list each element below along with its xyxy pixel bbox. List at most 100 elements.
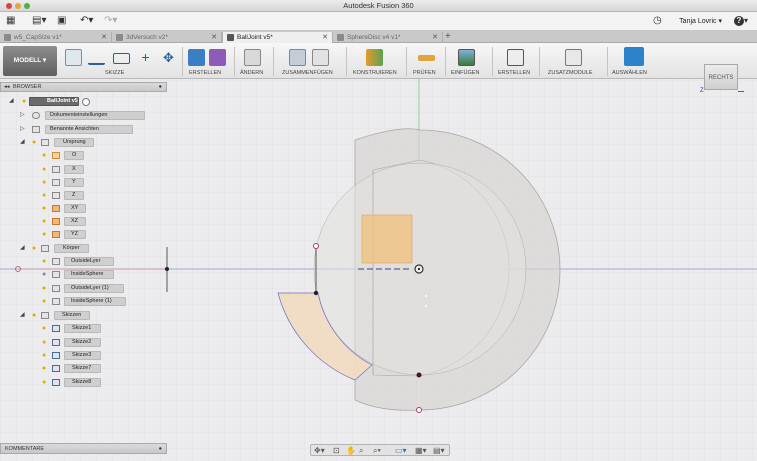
minimize-window-icon[interactable] (15, 3, 21, 9)
tree-item-skizze3[interactable]: ● Skizze3 (42, 350, 112, 361)
tree-item-plane-xz[interactable]: ● XZ (42, 216, 92, 227)
group-label-erstellen[interactable]: ERSTELLEN (189, 70, 221, 76)
press-pull-icon[interactable] (244, 49, 261, 66)
visibility-bulb-icon[interactable]: ● (42, 165, 48, 174)
sketch-dimension-icon[interactable]: ✥ (160, 49, 177, 66)
fit-icon[interactable]: ⌕▾ (373, 446, 381, 456)
offset-plane-icon[interactable] (366, 49, 383, 66)
new-tab-icon[interactable]: + (445, 31, 451, 43)
tree-item-skizze1[interactable]: ● Skizze1 (42, 323, 112, 334)
group-label-aendern[interactable]: ÄNDERN (240, 70, 263, 76)
visibility-bulb-icon[interactable]: ● (42, 217, 48, 226)
viewports-icon[interactable]: ▤▾ (433, 446, 445, 456)
visibility-bulb-icon[interactable]: ● (22, 97, 28, 106)
group-label-pruefen[interactable]: PRÜFEN (413, 70, 436, 76)
visibility-bulb-icon[interactable]: ● (42, 297, 48, 306)
file-menu-icon[interactable]: ▤▾ (32, 15, 46, 27)
collapse-arrow-icon[interactable]: ◢ (20, 137, 25, 148)
tree-item-skizzen[interactable]: ◢ ● Skizzen (20, 310, 100, 321)
group-label-zusatzmodule[interactable]: ZUSATZMODULE (548, 70, 593, 76)
tree-item-axis-z[interactable]: ● Z (42, 190, 92, 201)
collapse-arrow-icon[interactable]: ◢ (20, 243, 25, 254)
new-component-icon[interactable] (289, 49, 306, 66)
tree-item-axis-x[interactable]: ● X (42, 164, 92, 175)
close-window-icon[interactable] (6, 3, 12, 9)
tree-item-koerper[interactable]: ◢ ● Körper (20, 243, 100, 254)
visibility-bulb-icon[interactable]: ● (42, 204, 48, 213)
tree-item-dokumenteinstellungen[interactable]: ▷ Dokumenteinstellungen (20, 110, 145, 121)
select-icon[interactable] (624, 47, 644, 66)
group-label-auswaehlen[interactable]: AUSWÄHLEN (612, 70, 647, 76)
active-radio-icon[interactable] (82, 98, 90, 106)
save-icon[interactable]: ▣ (57, 15, 66, 27)
undo-icon[interactable]: ↶▾ (80, 15, 93, 27)
visibility-bulb-icon[interactable]: ● (42, 191, 48, 200)
insert-image-icon[interactable] (458, 49, 475, 66)
visibility-bulb-icon[interactable]: ● (42, 378, 48, 387)
pin-icon[interactable]: ● (159, 444, 162, 454)
tab-balljoint[interactable]: BallJoint v5* ✕ (222, 32, 333, 43)
tree-item-ursprung[interactable]: ◢ ● Ursprung (20, 137, 100, 148)
tree-item-benannte-ansichten[interactable]: ▷ Benannte Ansichten (20, 124, 133, 135)
view-cube[interactable]: RECHTS (704, 64, 738, 90)
pan-icon[interactable]: ✋ (346, 446, 356, 456)
visibility-bulb-icon[interactable]: ● (42, 178, 48, 187)
visibility-bulb-icon[interactable]: ● (42, 257, 48, 266)
visibility-bulb-icon[interactable]: ● (42, 338, 48, 347)
tree-item-skizze8[interactable]: ● Skizze8 (42, 377, 112, 388)
collapse-browser-icon[interactable]: ◂◂ (4, 83, 10, 92)
joint-icon[interactable] (312, 49, 329, 66)
app-grid-icon[interactable]: ▦ (6, 15, 15, 27)
user-menu[interactable]: Tanja Lovric ▾ (679, 16, 722, 27)
collapse-arrow-icon[interactable]: ◢ (9, 96, 14, 107)
redo-icon[interactable]: ↷▾ (104, 15, 117, 27)
maximize-window-icon[interactable] (24, 3, 30, 9)
tree-root[interactable]: ◢ ● BallJoint v5 (9, 96, 109, 107)
look-at-icon[interactable]: ⊡ (333, 446, 340, 456)
visibility-bulb-icon[interactable]: ● (42, 351, 48, 360)
clock-icon[interactable]: ◷ (653, 15, 662, 27)
expand-arrow-icon[interactable]: ▷ (20, 124, 25, 135)
close-tab-icon[interactable]: ✕ (211, 32, 217, 43)
visibility-bulb-icon[interactable]: ● (32, 244, 38, 253)
tree-item-insidesphere[interactable]: ● InsideSphere (42, 269, 122, 280)
point-tool-icon[interactable]: + (137, 49, 154, 66)
box-primitive-icon[interactable] (209, 49, 226, 66)
tree-item-axis-y[interactable]: ● Y (42, 177, 92, 188)
tree-item-skizze7[interactable]: ● Skizze7 (42, 363, 112, 374)
tree-item-outsidelyer[interactable]: ● OutsideLyer (42, 256, 122, 267)
comments-panel-header[interactable]: KOMMENTARE ● (0, 443, 167, 454)
group-label-skizze[interactable]: SKIZZE (105, 70, 124, 76)
line-tool-icon[interactable] (88, 53, 105, 65)
tree-item-plane-yz[interactable]: ● YZ (42, 229, 92, 240)
group-label-einfuegen[interactable]: EINFÜGEN (451, 70, 479, 76)
group-label-konstruieren[interactable]: KONSTRUIEREN (353, 70, 397, 76)
pin-icon[interactable]: ● (159, 83, 162, 92)
tree-item-insidesphere-1[interactable]: ● InsideSphere (1) (42, 296, 132, 307)
expand-arrow-icon[interactable]: ▷ (20, 110, 25, 121)
tree-item-skizze2[interactable]: ● Skizze2 (42, 337, 112, 348)
tree-item-outsidelyer-1[interactable]: ● OutsideLyer (1) (42, 283, 127, 294)
create-sketch-icon[interactable] (65, 49, 82, 66)
close-tab-icon[interactable]: ✕ (432, 32, 438, 43)
close-tab-icon[interactable]: ✕ (322, 32, 328, 43)
visibility-bulb-icon[interactable]: ● (32, 138, 38, 147)
tab-3dversuch[interactable]: 3dVersuch v2* ✕ (112, 32, 222, 43)
addins-icon[interactable] (565, 49, 582, 66)
visibility-bulb-icon[interactable]: ● (42, 284, 48, 293)
tab-w5-capsize[interactable]: w5_CapSize v1* ✕ (0, 32, 112, 43)
rectangle-tool-icon[interactable] (113, 53, 130, 64)
create-drawing-icon[interactable] (507, 49, 524, 66)
visibility-bulb-icon[interactable]: ● (42, 270, 48, 279)
grid-settings-icon[interactable]: ▦▾ (415, 446, 427, 456)
zoom-icon[interactable]: ⌕ (359, 446, 363, 456)
visibility-bulb-icon[interactable]: ● (42, 151, 48, 160)
visibility-bulb-icon[interactable]: ● (42, 324, 48, 333)
workspace-switcher[interactable]: MODELL ▾ (3, 46, 57, 76)
tab-spheredisc[interactable]: SphereDisc v4 v1* ✕ (333, 32, 443, 43)
collapse-arrow-icon[interactable]: ◢ (20, 310, 25, 321)
extrude-icon[interactable] (188, 49, 205, 66)
visibility-bulb-icon[interactable]: ● (42, 230, 48, 239)
help-icon[interactable]: ? ▾ (734, 15, 748, 27)
tree-item-plane-xy[interactable]: ● XY (42, 203, 92, 214)
